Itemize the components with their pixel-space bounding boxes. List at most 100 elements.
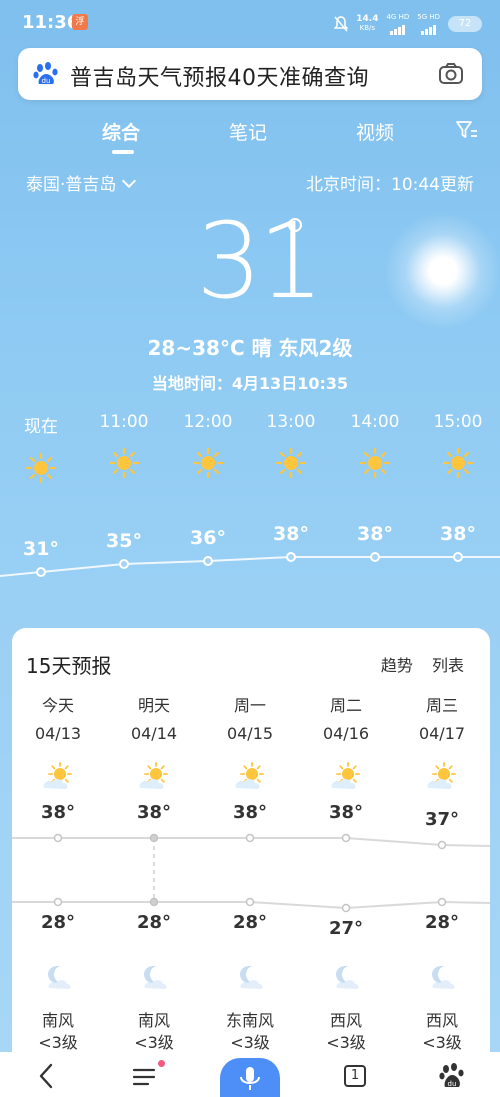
forecast-night [394,962,490,990]
notification-dot [158,1060,165,1067]
forecast-high-point [245,833,255,843]
wind-direction: 南风 [41,1011,74,1030]
forecast-low-temp: 28° [232,912,268,933]
forecast-low-temp: 28° [136,912,172,933]
forecast-high-temp: 38° [232,802,268,823]
camera-icon[interactable] [438,62,464,86]
forecast-day-label: 明天 [137,696,170,715]
degree-symbol [288,218,302,232]
forecast-night [106,962,202,990]
hour-time: 13:00 [266,412,316,432]
network-1-label: 4G HD [386,13,410,21]
app-badge-icon: 浮 [72,14,88,30]
net-speed: 14.4 [356,14,379,24]
forecast-high-temp: 37° [424,809,460,830]
location-selector[interactable]: 泰国·普吉岛 [26,170,137,195]
hourly-temp-point [36,567,46,577]
forecast-low-point [53,897,63,907]
forecast-day-label: 周一 [233,696,266,715]
network-2-label: 5G HD [417,13,440,21]
baidu-paw-icon: du [33,62,58,85]
menu-icon[interactable] [132,1062,158,1090]
wind-level: <3级 [422,1033,462,1052]
forecast-wind: 南风 <3级 [106,1010,202,1054]
wind-direction: 西风 [329,1011,362,1030]
forecast-low-point [341,903,351,913]
svg-text:du: du [42,77,51,85]
voice-search-button[interactable] [220,1058,280,1097]
tab-comprehensive[interactable]: 综合 [102,118,140,145]
sunny-icon [427,762,456,789]
hour-time: 14:00 [350,412,400,432]
forecast-day[interactable]: 明天 04/14 [106,692,202,791]
forecast-high-temp: 38° [136,802,172,823]
forecast-date: 04/16 [322,724,370,743]
forecast-low-temp: 28° [40,912,76,933]
hour-time: 11:00 [99,412,149,432]
baidu-home-icon[interactable]: du [438,1062,466,1090]
forecast-date: 04/14 [130,724,178,743]
back-icon[interactable] [34,1062,58,1090]
hourly-item: 11:00 [94,412,154,478]
filter-icon[interactable] [456,120,478,140]
sunny-icon [235,762,264,789]
search-bar[interactable]: du 普吉岛天气预报40天准确查询 [18,48,482,100]
forecast-day[interactable]: 今天 04/13 [10,692,106,791]
sun-icon [276,448,306,478]
forecast-wind: 西风 <3级 [394,1010,490,1054]
status-indicators: 14.4 KB/s 4G HD 5G HD 72 [334,13,482,35]
hour-temperature: 35° [106,530,142,552]
moon-icon [432,965,455,989]
result-tabs: 综合 笔记 视频 [0,114,500,154]
forecast-high-temp: 38° [328,802,364,823]
forecast-wind: 西风 <3级 [298,1010,394,1054]
forecast-date: 04/17 [418,724,466,743]
active-tab-indicator [112,150,134,154]
forecast-wind: 东南风 <3级 [202,1010,298,1054]
hourly-forecast[interactable]: 现在 31° 11:00 35° 12:00 36° 13:00 38° 14:00 38° 15:… [0,410,500,590]
moon-icon [240,965,263,989]
sun-icon [26,453,56,483]
hourly-item: 14:00 [345,412,405,478]
chevron-down-icon [122,173,137,189]
sun-icon [360,448,390,478]
hour-time: 15:00 [433,412,483,432]
forecast-day-label: 周二 [329,696,362,715]
wind-direction: 东南风 [225,1011,274,1030]
wind-direction: 南风 [137,1011,170,1030]
tab-count: 1 [350,1068,360,1083]
local-time: 当地时间：4月13日10:35 [151,374,349,393]
tab-notes[interactable]: 笔记 [229,118,267,145]
sun-icon [193,448,223,478]
hour-temperature: 38° [357,523,393,545]
update-time: 北京时间：10:44更新 [306,175,474,195]
forecast-low-temp: 28° [424,912,460,933]
forecast-date: 04/15 [226,724,274,743]
status-time: 11:36 [22,12,80,33]
location-label: 泰国·普吉岛 [26,175,117,195]
forecast-date: 04/13 [34,724,82,743]
sun-graphic [384,212,500,330]
forecast-night [298,962,394,990]
forecast-high-point [341,833,351,843]
wind-level: <3级 [230,1033,270,1052]
moon-icon [144,965,167,989]
hourly-temp-point [453,552,463,562]
microphone-icon [240,1067,260,1090]
forecast-day[interactable]: 周一 04/15 [202,692,298,791]
forecast-day-label: 周三 [425,696,458,715]
net-speed-unit: KB/s [359,24,376,32]
forecast-wind: 南风 <3级 [10,1010,106,1054]
bottom-nav: 1 du [0,1052,500,1097]
sun-icon [109,448,139,478]
search-input[interactable]: 普吉岛天气预报40天准确查询 [70,60,369,92]
tab-count-button[interactable]: 1 [342,1062,368,1090]
moon-icon [336,965,359,989]
forecast-day[interactable]: 周二 04/16 [298,692,394,791]
hourly-item: 现在 [11,412,71,483]
wind-level: <3级 [38,1033,78,1052]
tab-videos[interactable]: 视频 [356,118,394,145]
sun-icon [443,448,473,478]
hourly-temp-line [0,552,500,577]
forecast-day[interactable]: 周三 04/17 [394,692,490,791]
